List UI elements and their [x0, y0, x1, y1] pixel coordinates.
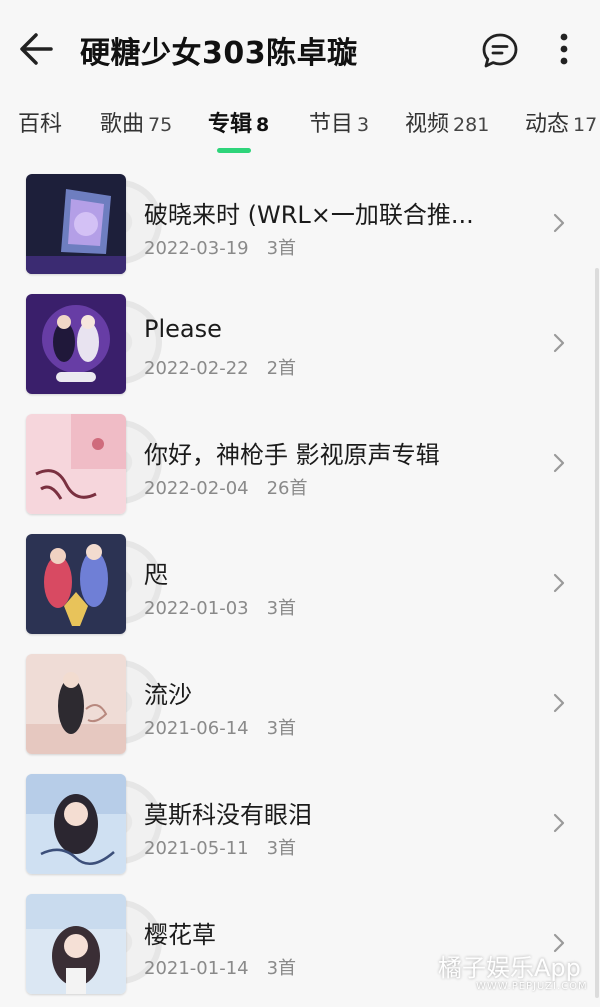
release-date: 2022-03-19: [144, 238, 249, 259]
tab-count: 8: [256, 114, 270, 136]
cover-art: [26, 654, 126, 754]
album-cover: [26, 534, 162, 634]
release-date: 2022-02-04: [144, 478, 249, 499]
album-meta: 2022-03-19 3首: [144, 234, 296, 260]
album-cover: [26, 894, 162, 994]
cover-art: [26, 414, 126, 514]
album-cover: [26, 174, 162, 274]
tab-moments[interactable]: 动态 17: [525, 106, 597, 138]
album-title: 流沙: [144, 681, 192, 709]
tab-label: 节目: [309, 112, 354, 137]
track-count: 2首: [266, 358, 297, 379]
track-count: 3首: [266, 598, 297, 619]
chevron-right-icon: [553, 453, 565, 473]
tab-bar: 百科 歌曲 75 专辑 8 节目 3 视频 281 动态 17: [0, 100, 600, 156]
tab-count: 3: [357, 114, 370, 136]
album-title: 莫斯科没有眼泪: [144, 801, 312, 829]
album-row[interactable]: 你好，神枪手 影视原声专辑 2022-02-04 26首: [0, 402, 600, 522]
chat-bubble-icon: [482, 33, 518, 68]
top-bar: 硬糖少女303陈卓璇: [0, 0, 600, 100]
tab-count: 17: [573, 114, 598, 136]
cover-art: [26, 774, 126, 874]
album-meta: 2022-02-22 2首: [144, 354, 296, 380]
tab-count: 75: [148, 114, 173, 136]
tab-label: 百科: [18, 112, 63, 137]
scrollbar[interactable]: [595, 268, 599, 998]
track-count: 3首: [266, 238, 297, 259]
album-cover: [26, 654, 162, 754]
cover-art: [26, 294, 126, 394]
album-title: 樱花草: [144, 921, 216, 949]
chevron-right-icon: [553, 813, 565, 833]
album-row[interactable]: Please 2022-02-22 2首: [0, 282, 600, 402]
track-count: 26首: [266, 478, 308, 499]
album-meta: 2021-06-14 3首: [144, 714, 296, 740]
album-cover: [26, 414, 162, 514]
album-title: 你好，神枪手 影视原声专辑: [144, 441, 440, 469]
back-button[interactable]: [18, 30, 56, 68]
tab-label: 歌曲: [100, 112, 145, 137]
cover-art: [26, 894, 126, 994]
tab-baike[interactable]: 百科: [18, 106, 62, 138]
album-row[interactable]: 流沙 2021-06-14 3首: [0, 642, 600, 762]
release-date: 2022-01-03: [144, 598, 249, 619]
chevron-right-icon: [553, 693, 565, 713]
page-title: 硬糖少女303陈卓璇: [80, 36, 358, 71]
release-date: 2021-05-11: [144, 838, 249, 859]
album-title: 破晓来时 (WRL×一加联合推...: [144, 201, 474, 229]
album-title: 咫: [144, 561, 168, 589]
track-count: 3首: [266, 958, 297, 979]
tab-videos[interactable]: 视频 281: [405, 106, 489, 138]
tab-songs[interactable]: 歌曲 75: [100, 106, 172, 138]
tab-albums[interactable]: 专辑 8: [208, 106, 269, 138]
release-date: 2021-06-14: [144, 718, 249, 739]
album-row[interactable]: 莫斯科没有眼泪 2021-05-11 3首: [0, 762, 600, 882]
album-meta: 2022-01-03 3首: [144, 594, 296, 620]
album-row[interactable]: 破晓来时 (WRL×一加联合推... 2022-03-19 3首: [0, 162, 600, 282]
release-date: 2022-02-22: [144, 358, 249, 379]
chevron-right-icon: [553, 573, 565, 593]
release-date: 2021-01-14: [144, 958, 249, 979]
more-button[interactable]: [554, 30, 574, 70]
album-meta: 2022-02-04 26首: [144, 474, 308, 500]
tab-count: 281: [453, 114, 490, 136]
cover-art: [26, 174, 126, 274]
album-meta: 2021-05-11 3首: [144, 834, 296, 860]
tab-label: 动态: [525, 112, 570, 137]
watermark-url: WWW.PEPJUZI.COM: [476, 981, 588, 992]
tab-programs[interactable]: 节目 3: [309, 106, 369, 138]
track-count: 3首: [266, 718, 297, 739]
chevron-right-icon: [553, 333, 565, 353]
cover-art: [26, 534, 126, 634]
track-count: 3首: [266, 838, 297, 859]
album-cover: [26, 774, 162, 874]
chevron-right-icon: [553, 213, 565, 233]
tab-label: 视频: [405, 112, 450, 137]
message-button[interactable]: [481, 32, 519, 70]
album-meta: 2021-01-14 3首: [144, 954, 296, 980]
arrow-left-icon: [20, 33, 53, 65]
tab-label: 专辑: [208, 112, 253, 137]
album-cover: [26, 294, 162, 394]
album-title: Please: [144, 315, 222, 343]
watermark: 橘子娱乐App: [438, 954, 581, 982]
more-vertical-icon: [560, 33, 568, 65]
album-row[interactable]: 咫 2022-01-03 3首: [0, 522, 600, 642]
active-tab-indicator: [217, 148, 251, 153]
